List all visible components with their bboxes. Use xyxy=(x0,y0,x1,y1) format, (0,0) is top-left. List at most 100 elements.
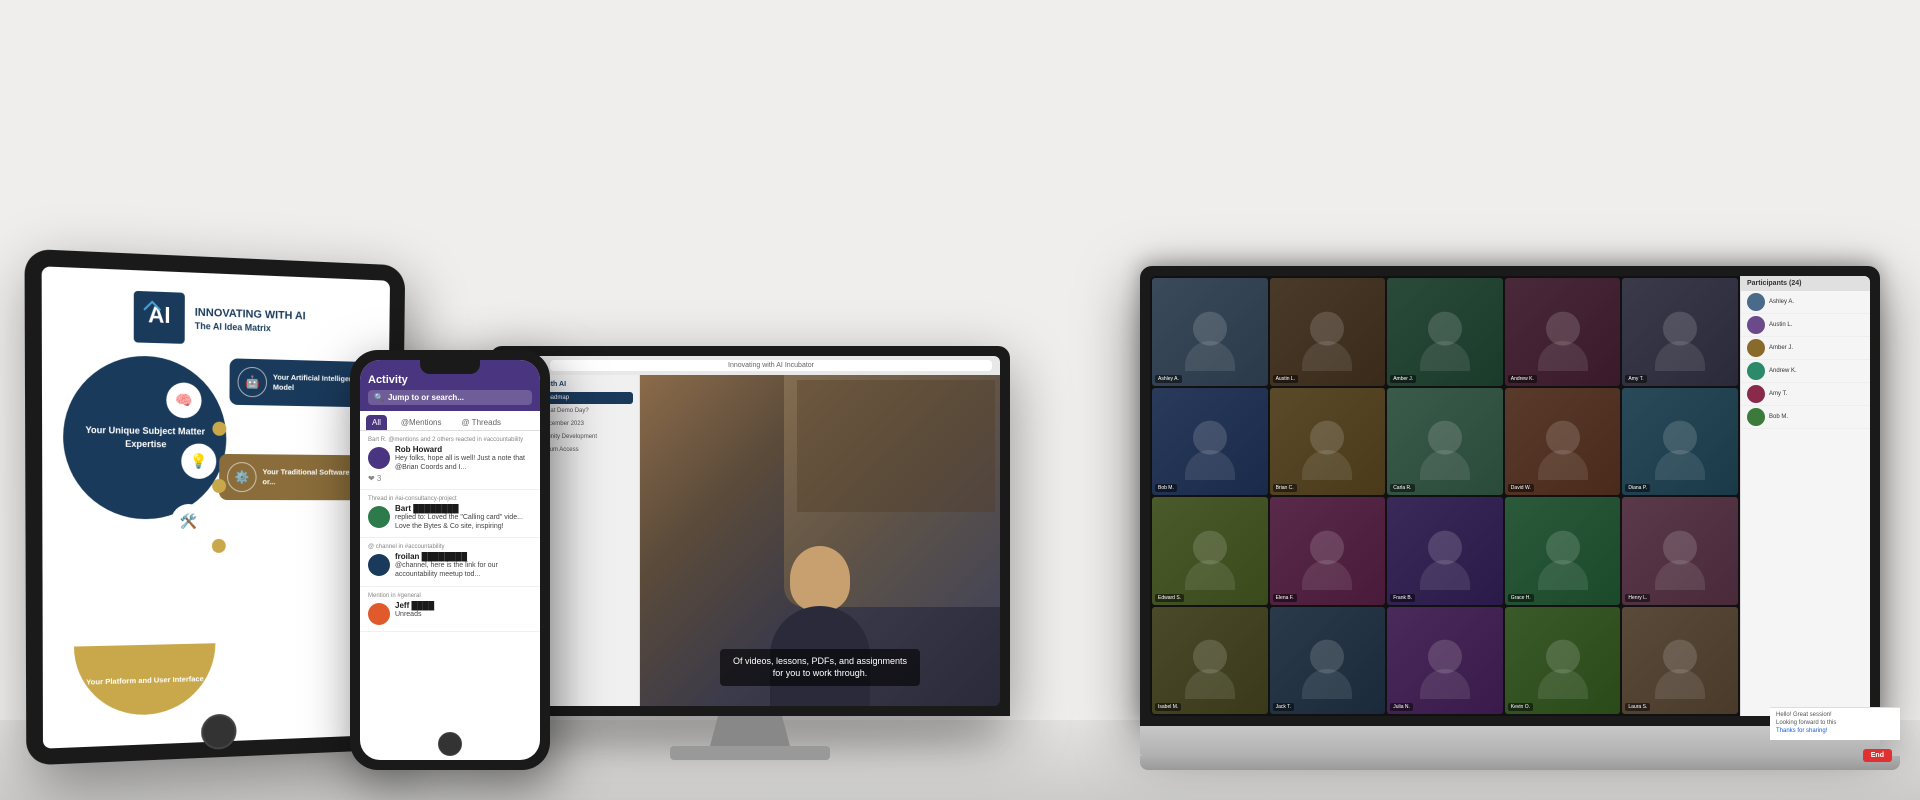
person-body-17 xyxy=(1302,669,1352,699)
reaction-rob: ❤ 3 xyxy=(368,474,532,483)
text-froilan: @channel, here is the link for our accou… xyxy=(368,561,532,579)
person-body-2 xyxy=(1302,341,1352,371)
diagram-software-icon: ⚙️ xyxy=(227,462,257,492)
activity-meta-1: Bart R. @mentions and 2 others reacted i… xyxy=(368,437,532,443)
user-rob: Rob Howard xyxy=(368,445,532,454)
zoom-cell-17: Jack T. xyxy=(1270,607,1386,715)
zoom-cell-8: Carla R. xyxy=(1387,388,1503,496)
person-body-11 xyxy=(1185,560,1235,590)
person-body-5 xyxy=(1655,341,1705,371)
diagram-software-label: Your Traditional Software or... xyxy=(262,468,361,488)
activity-meta-4: Mention in #general xyxy=(368,593,532,599)
zoom-participant-2: Austin L. xyxy=(1741,314,1870,337)
zoom-sidebar-header: Participants (24) xyxy=(1741,276,1870,291)
user-jeff: Jeff ████ xyxy=(368,601,532,610)
monitor-screen: Innovating with AI Incubator Innovating … xyxy=(500,356,1000,706)
activity-meta-3: @ channel in #accountability xyxy=(368,544,532,550)
diagram-bottom-arc: Your Platform and User Interface xyxy=(74,643,215,717)
zoom-cell-4: Andrew K. xyxy=(1505,278,1621,386)
monitor-video-bg: Of videos, lessons, PDFs, and assignment… xyxy=(640,375,1000,706)
main-scene: AI INNOVATING WITH AI The AI Idea Matrix… xyxy=(0,0,1920,800)
zoom-name-12: Elena F. xyxy=(1273,594,1297,602)
person-body-15 xyxy=(1655,560,1705,590)
zoom-cell-11: Edward S. xyxy=(1152,497,1268,605)
circle-icon-bot: 🛠️ xyxy=(171,504,206,539)
zoom-cell-9: David W. xyxy=(1505,388,1621,496)
tab-threads[interactable]: @ Threads xyxy=(455,415,507,430)
zoom-participant-name-5: Amy T. xyxy=(1769,391,1787,397)
tab-all[interactable]: All xyxy=(366,415,387,430)
phone-search-bar[interactable]: 🔍 Jump to or search... xyxy=(368,390,532,405)
person-body-8 xyxy=(1420,450,1470,480)
chrome-url-bar[interactable]: Innovating with AI Incubator xyxy=(550,360,992,371)
monitor-device: Innovating with AI Incubator Innovating … xyxy=(490,346,1010,760)
zoom-name-7: Brian C. xyxy=(1273,484,1297,492)
svg-text:AI: AI xyxy=(148,302,170,328)
zoom-participant-avatar-3 xyxy=(1747,339,1765,357)
zoom-name-8: Carla R. xyxy=(1390,484,1414,492)
zoom-name-16: Isabel M. xyxy=(1155,703,1181,711)
phone-home-button[interactable] xyxy=(438,732,462,756)
activity-item-4: Mention in #general Jeff ████ Unreads xyxy=(360,587,540,632)
connector-dot-1 xyxy=(212,422,226,436)
person-body-12 xyxy=(1302,560,1352,590)
activity-content-2: Bart ████████ replied to: Loved the "Cal… xyxy=(368,504,532,531)
zoom-name-17: Jack T. xyxy=(1273,703,1294,711)
monitor-content-area: Innovating with AI 1 - Realistic Roadmap… xyxy=(500,375,1000,706)
monitor-base xyxy=(670,746,830,760)
person-body-18 xyxy=(1420,669,1470,699)
zoom-name-15: Henry L. xyxy=(1625,594,1650,602)
laptop-keyboard xyxy=(1140,726,1880,756)
zoom-name-1: Ashley A. xyxy=(1155,375,1182,383)
caption-text: Of videos, lessons, PDFs, and assignment… xyxy=(720,649,920,686)
tablet-home-button[interactable] xyxy=(201,713,236,750)
zoom-name-13: Frank B. xyxy=(1390,594,1415,602)
bookshelf-bg xyxy=(797,380,995,512)
zoom-participant-avatar-5 xyxy=(1747,385,1765,403)
person-body-16 xyxy=(1185,669,1235,699)
zoom-cell-5: Amy T. xyxy=(1622,278,1738,386)
text-rob: Hey folks, hope all is well! Just a note… xyxy=(368,454,532,472)
zoom-participant-name-1: Ashley A. xyxy=(1769,299,1794,305)
zoom-cell-2: Austin L. xyxy=(1270,278,1386,386)
zoom-participant-name-4: Andrew K. xyxy=(1769,368,1797,374)
person-body-20 xyxy=(1655,669,1705,699)
zoom-participant-avatar-1 xyxy=(1747,293,1765,311)
zoom-name-6: Bob M. xyxy=(1155,484,1177,492)
zoom-name-11: Edward S. xyxy=(1155,594,1184,602)
tablet-device: AI INNOVATING WITH AI The AI Idea Matrix… xyxy=(24,249,405,766)
zoom-participant-name-2: Austin L. xyxy=(1769,322,1792,328)
zoom-cell-12: Elena F. xyxy=(1270,497,1386,605)
zoom-name-19: Kevin O. xyxy=(1508,703,1533,711)
zoom-participant-1: Ashley A. xyxy=(1741,291,1870,314)
activity-content-3: froilan ████████ @channel, here is the l… xyxy=(368,552,532,579)
zoom-participant-6: Bob M. xyxy=(1741,406,1870,429)
person-body-3 xyxy=(1420,341,1470,371)
zoom-participant-3: Amber J. xyxy=(1741,337,1870,360)
zoom-video-grid: Ashley A. Austin L. Amber J. xyxy=(1150,276,1740,716)
diagram-ai-icon: 🤖 xyxy=(237,367,267,398)
zoom-participant-5: Amy T. xyxy=(1741,383,1870,406)
circle-icon-mid: 💡 xyxy=(181,443,216,479)
circle-icon-top: 🧠 xyxy=(166,382,201,418)
zoom-chat-overlay: Hello! Great session! Looking forward to… xyxy=(1770,707,1870,716)
zoom-cell-10: Diana P. xyxy=(1622,388,1738,496)
zoom-participant-name-3: Amber J. xyxy=(1769,345,1793,351)
zoom-cell-6: Bob M. xyxy=(1152,388,1268,496)
phone-tabs: All @Mentions @ Threads xyxy=(360,411,540,431)
connector-dot-2 xyxy=(212,479,226,493)
zoom-participant-avatar-4 xyxy=(1747,362,1765,380)
phone-activity-feed: Bart R. @mentions and 2 others reacted i… xyxy=(360,431,540,728)
search-icon: 🔍 xyxy=(374,393,384,402)
tab-mentions[interactable]: @Mentions xyxy=(395,415,448,430)
text-jeff: Unreads xyxy=(368,610,532,619)
zoom-name-14: Grace H. xyxy=(1508,594,1534,602)
phone-header-title: Activity xyxy=(368,374,532,386)
phone-device: Activity 🔍 Jump to or search... All @Men… xyxy=(350,350,550,770)
search-placeholder: Jump to or search... xyxy=(388,393,464,402)
diagram-bottom-text: Your Platform and User Interface xyxy=(78,666,212,695)
zoom-name-3: Amber J. xyxy=(1390,375,1416,383)
zoom-participants-panel: Participants (24) Ashley A. Austin L. Am… xyxy=(1740,276,1870,716)
zoom-cell-1: Ashley A. xyxy=(1152,278,1268,386)
person-body-13 xyxy=(1420,560,1470,590)
